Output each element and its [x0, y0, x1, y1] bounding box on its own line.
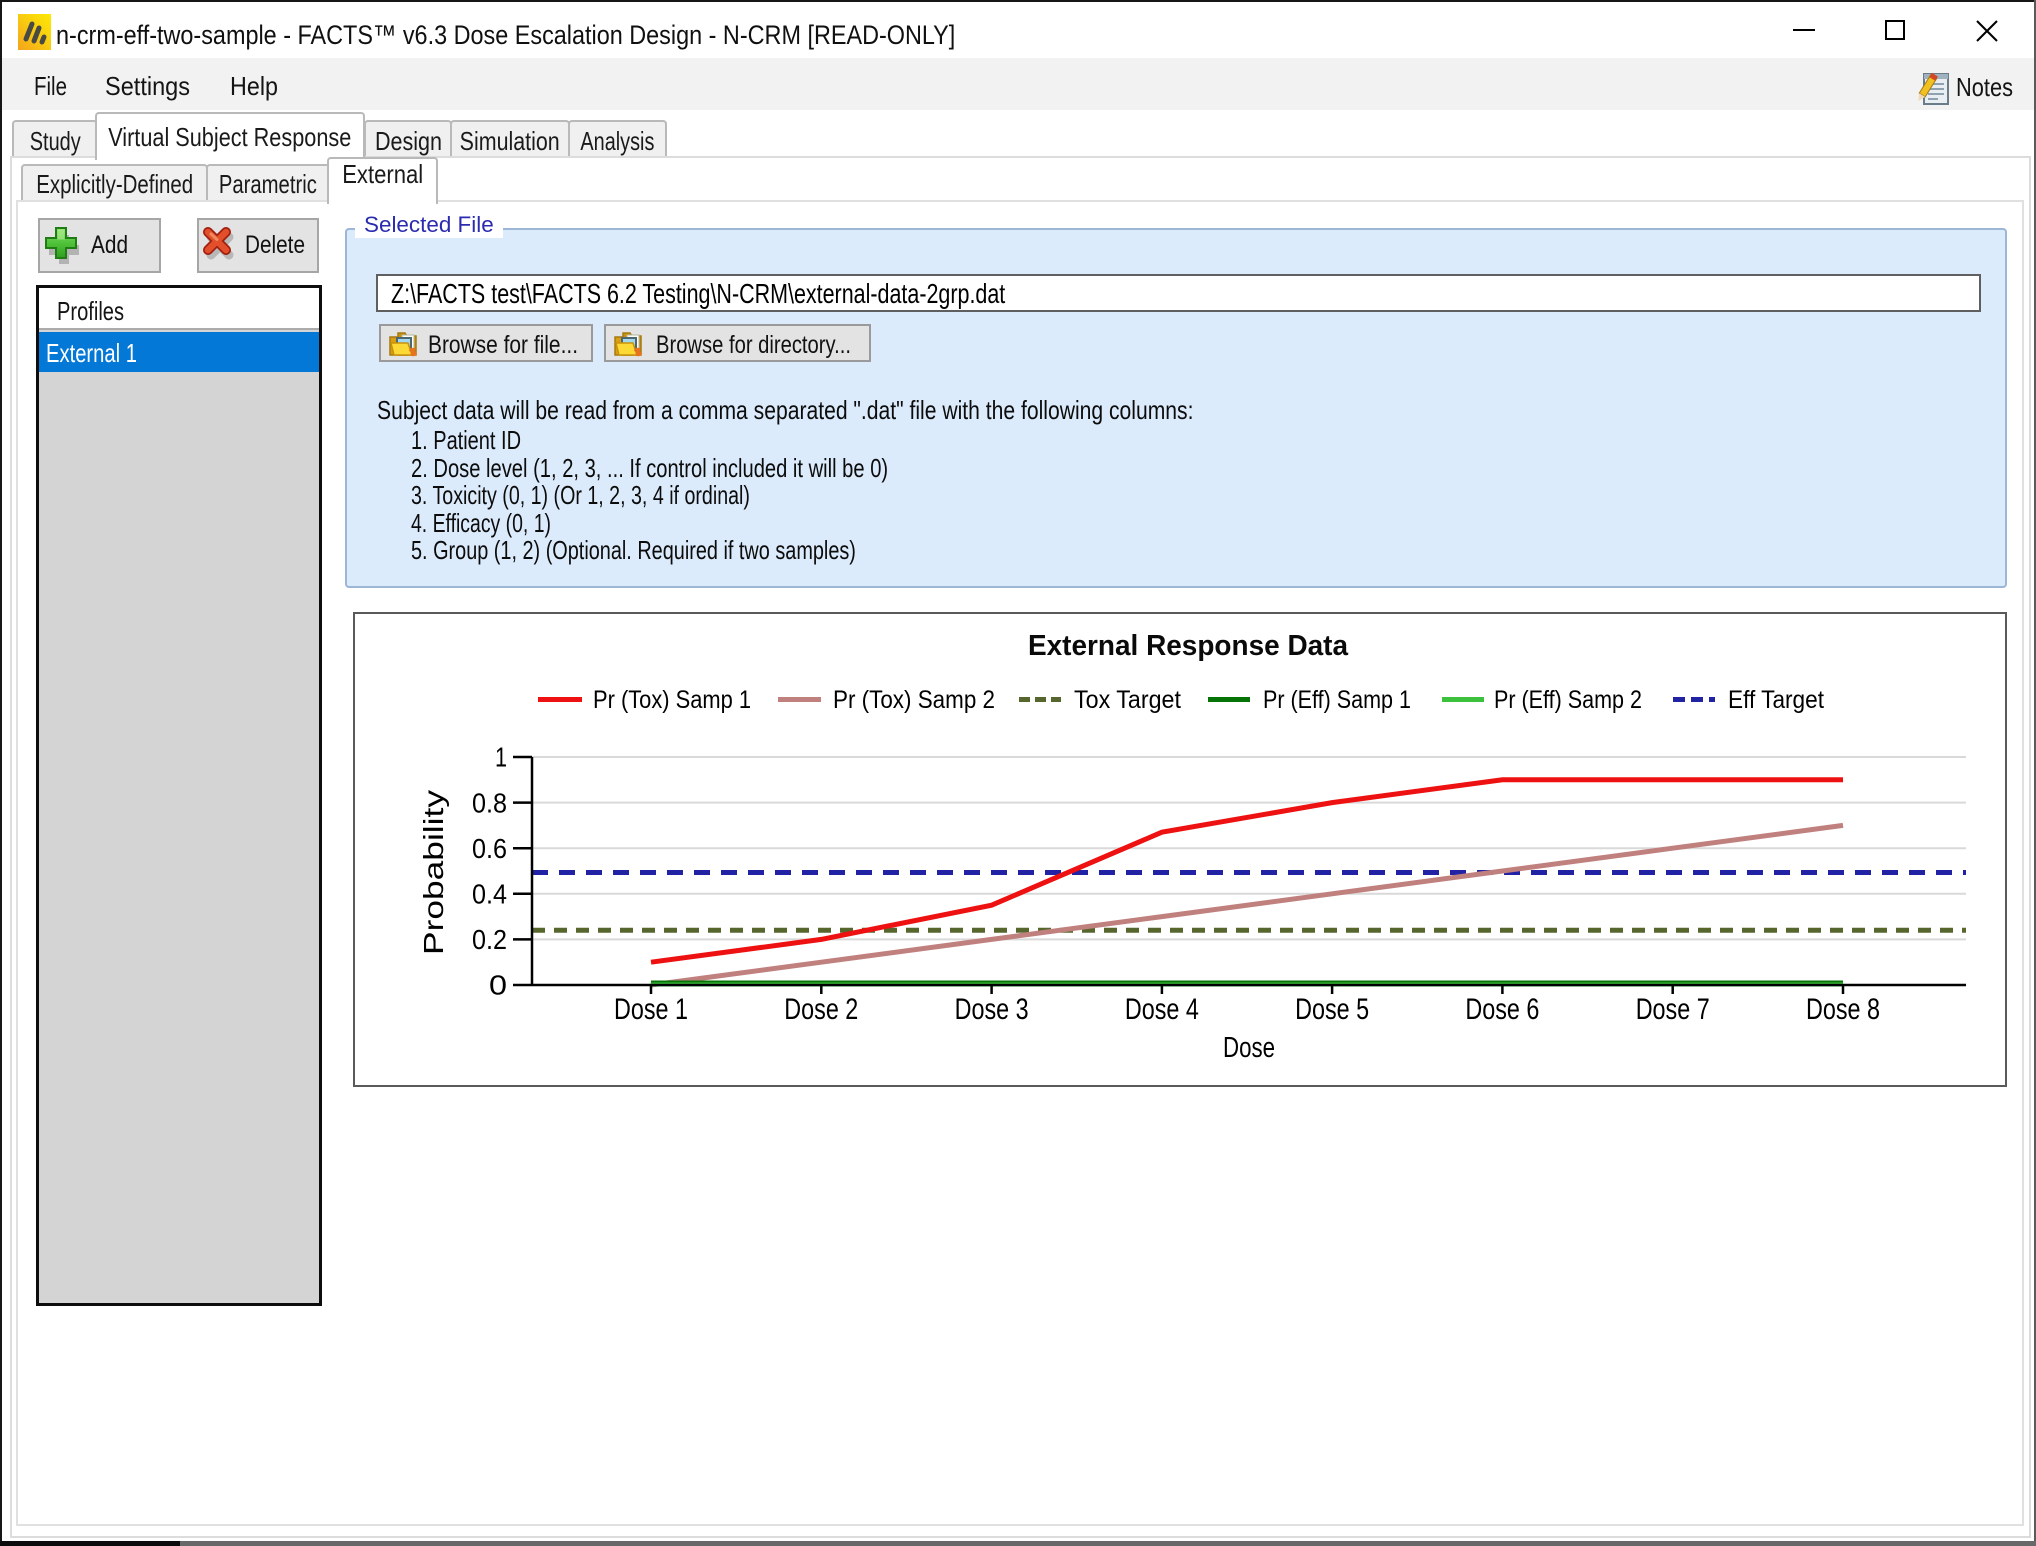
svg-text:0.4: 0.4: [472, 879, 507, 910]
svg-text:Dose 6: Dose 6: [1465, 993, 1539, 1026]
svg-text:0.8: 0.8: [472, 787, 507, 818]
svg-text:0.2: 0.2: [472, 924, 507, 955]
svg-text:Dose 2: Dose 2: [784, 993, 858, 1026]
svg-text:Dose 7: Dose 7: [1636, 993, 1710, 1026]
svg-text:Dose 8: Dose 8: [1806, 993, 1880, 1026]
svg-text:1: 1: [495, 742, 507, 773]
svg-text:Dose 5: Dose 5: [1295, 993, 1369, 1026]
svg-text:Dose 3: Dose 3: [955, 993, 1029, 1026]
svg-text:Dose 1: Dose 1: [614, 993, 688, 1026]
svg-text:Dose 4: Dose 4: [1125, 993, 1199, 1026]
svg-text:Dose: Dose: [1223, 1032, 1275, 1064]
svg-text:Probability: Probability: [418, 790, 449, 955]
svg-text:0: 0: [489, 970, 507, 1001]
svg-text:0.6: 0.6: [472, 833, 507, 864]
